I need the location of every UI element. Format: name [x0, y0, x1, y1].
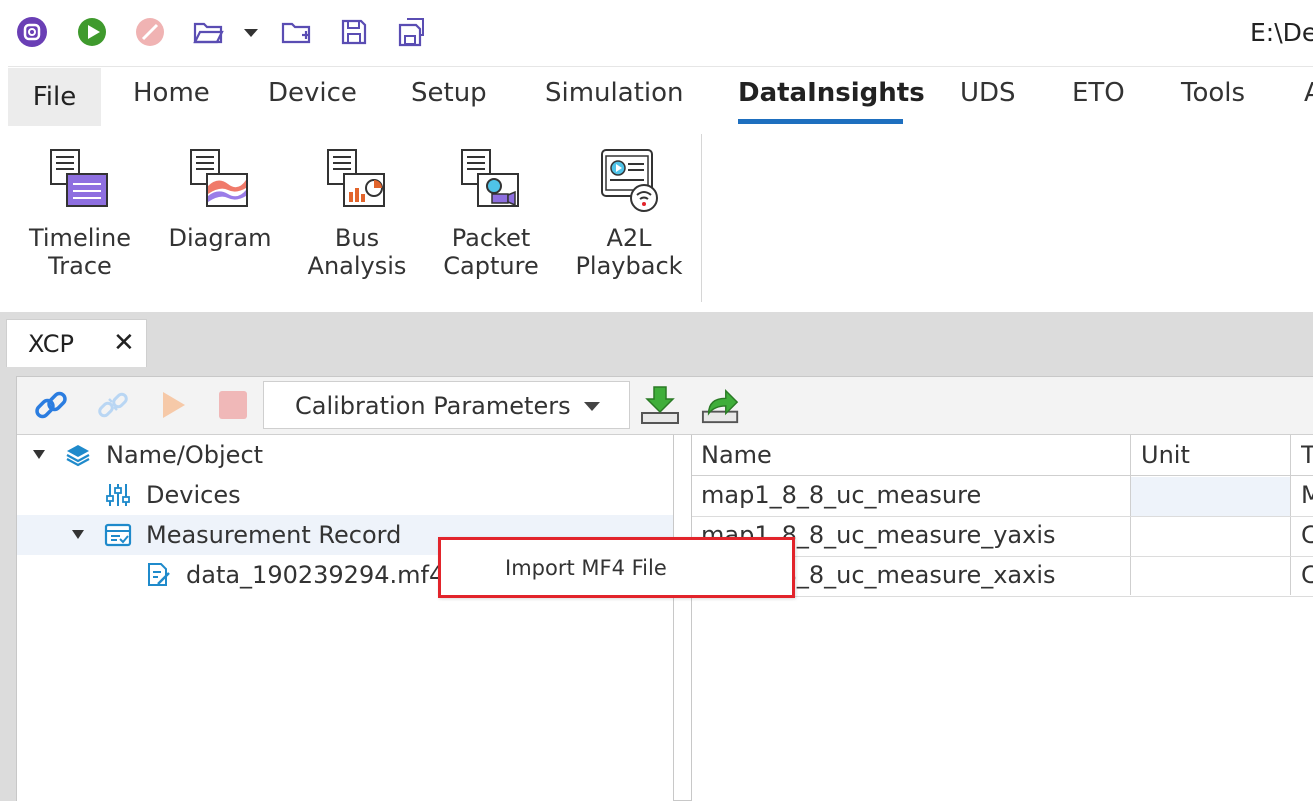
export-icon[interactable]	[701, 385, 741, 425]
start-icon[interactable]	[153, 385, 193, 425]
a2l-playback-icon	[596, 148, 662, 214]
tab-device[interactable]: Device	[268, 78, 357, 108]
tree-item-measurement-record-label: Measurement Record	[146, 521, 402, 549]
bus-analysis-icon	[324, 148, 390, 214]
tree-root-label: Name/Object	[106, 441, 264, 469]
diagram-label: Diagram	[168, 224, 272, 252]
parameter-type-dropdown[interactable]: Calibration Parameters	[263, 381, 630, 429]
column-header-t[interactable]: T	[1301, 441, 1313, 469]
ribbon-separator	[701, 134, 702, 302]
a2l-playback-label: A2L Playback	[575, 224, 683, 280]
context-menu: Import MF4 File	[438, 537, 795, 598]
quick-access-toolbar: E:\De	[0, 0, 1313, 66]
tab-tools[interactable]: Tools	[1181, 78, 1245, 108]
timeline-trace-button[interactable]: Timeline Trace	[20, 148, 140, 280]
tree-root[interactable]: Name/Object	[17, 435, 673, 475]
file-path-text: E:\De	[1250, 18, 1313, 47]
packet-capture-label: Packet Capture	[443, 224, 539, 280]
a2l-playback-button[interactable]: A2L Playback	[569, 148, 689, 280]
save-icon[interactable]	[338, 16, 370, 48]
tab-uds[interactable]: UDS	[960, 78, 1016, 108]
run-icon[interactable]	[76, 16, 108, 48]
bus-analysis-label: Bus Analysis	[307, 224, 407, 280]
tree-item-file-label: data_190239294.mf4	[186, 561, 445, 589]
layers-icon	[65, 442, 91, 468]
sliders-icon	[105, 482, 131, 508]
xcp-toolbar: Calibration Parameters	[17, 377, 1313, 435]
cell-t: C	[1301, 561, 1313, 589]
dropdown-value: Calibration Parameters	[295, 392, 571, 420]
packet-capture-icon	[458, 148, 524, 214]
dropdown-icon[interactable]	[238, 16, 264, 48]
ribbon-tab-bar: File Home Device Setup Simulation DataIn…	[0, 66, 1313, 126]
packet-capture-button[interactable]: Packet Capture	[431, 148, 551, 280]
tab-file[interactable]: File	[8, 68, 101, 126]
active-tab-indicator	[738, 119, 903, 124]
tab-simulation[interactable]: Simulation	[545, 78, 684, 108]
save-as-icon[interactable]	[396, 16, 428, 48]
timeline-trace-label: Timeline Trace	[28, 224, 132, 280]
parameter-grid: Name Unit T map1_8_8_uc_measure M map1_8…	[691, 435, 1313, 801]
tab-datainsights[interactable]: DataInsights	[738, 78, 925, 108]
new-folder-icon[interactable]	[280, 16, 312, 48]
tree-item-devices[interactable]: Devices	[17, 475, 673, 515]
object-tree: Name/Object Devices Measurement Record d…	[17, 435, 674, 801]
close-icon[interactable]: ✕	[113, 328, 135, 358]
bus-analysis-button[interactable]: Bus Analysis	[297, 148, 417, 280]
column-header-unit[interactable]: Unit	[1141, 441, 1190, 469]
ribbon-panel: Timeline Trace Diagram Bus Analysis Pack…	[0, 126, 1313, 312]
chevron-down-icon	[584, 402, 600, 411]
download-icon[interactable]	[640, 385, 680, 425]
collapse-icon[interactable]	[72, 530, 84, 539]
app-logo-icon[interactable]	[16, 16, 48, 48]
record-icon	[104, 522, 132, 548]
timeline-trace-icon	[47, 148, 113, 214]
column-header-name[interactable]: Name	[701, 441, 772, 469]
tab-home[interactable]: Home	[133, 78, 210, 108]
tab-eto[interactable]: ETO	[1072, 78, 1125, 108]
disconnect-icon[interactable]	[93, 385, 133, 425]
open-folder-icon[interactable]	[192, 16, 224, 48]
tree-item-devices-label: Devices	[146, 481, 241, 509]
cell-name: map1_8_8_uc_measure	[701, 481, 982, 509]
cell-t: M	[1301, 481, 1313, 509]
menu-item-import-mf4[interactable]: Import MF4 File	[505, 556, 667, 580]
connect-icon[interactable]	[31, 385, 71, 425]
stop-icon[interactable]	[134, 16, 166, 48]
stop-record-icon[interactable]	[213, 385, 253, 425]
cell-unit[interactable]	[1131, 477, 1290, 516]
cell-t: C	[1301, 521, 1313, 549]
tab-a[interactable]: A	[1304, 78, 1313, 108]
grid-header: Name Unit T	[692, 435, 1313, 476]
tab-xcp-label: XCP	[28, 330, 74, 358]
tab-setup[interactable]: Setup	[411, 78, 487, 108]
document-edit-icon	[145, 562, 171, 588]
tab-xcp[interactable]: XCP ✕	[6, 319, 147, 367]
diagram-button[interactable]: Diagram	[160, 148, 280, 252]
diagram-icon	[187, 148, 253, 214]
collapse-icon[interactable]	[33, 450, 45, 459]
